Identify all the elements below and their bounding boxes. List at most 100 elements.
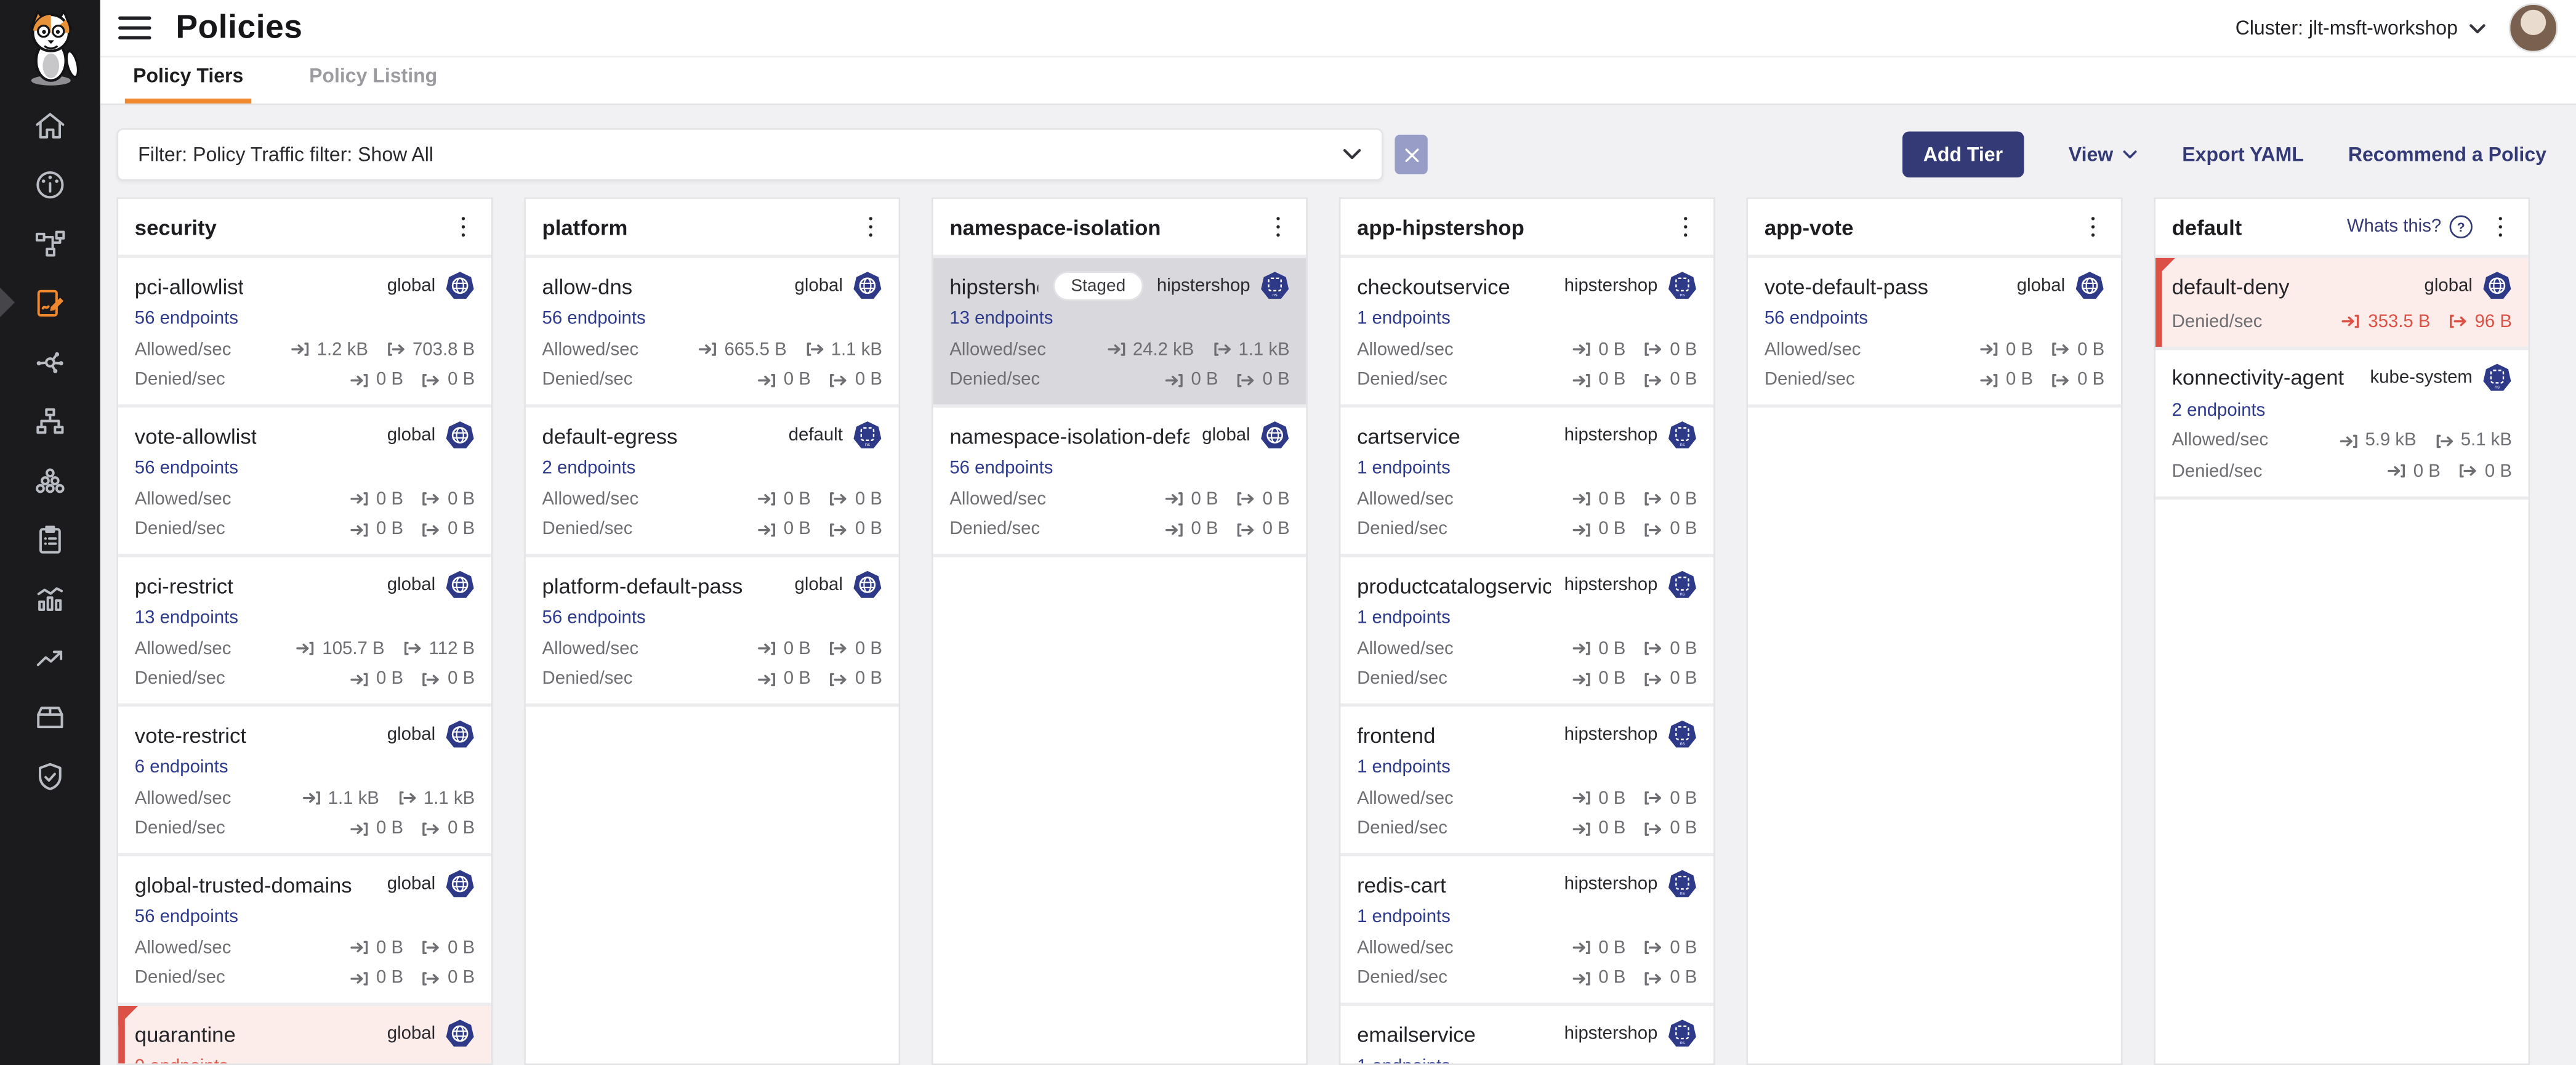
stat-in-value: 0 B [376, 519, 403, 539]
policy-card[interactable]: hipstershop-gh... Staged hipstershop ns … [933, 258, 1306, 408]
policy-card[interactable]: vote-allowlist global 56 endpoints Allow… [118, 408, 491, 557]
policy-name[interactable]: default-deny [2172, 273, 2290, 298]
policy-name[interactable]: cartservice [1357, 423, 1460, 448]
endpoints-link[interactable]: 56 endpoints [542, 608, 646, 628]
policy-card[interactable]: cartservice hipstershop ns 1 endpoints A… [1340, 408, 1713, 557]
sidebar-item-infrastructure[interactable] [0, 391, 100, 450]
endpoints-link[interactable]: 0 endpoints [135, 1057, 228, 1065]
menu-hamburger-button[interactable] [118, 15, 151, 40]
policy-card[interactable]: pci-allowlist global 56 endpoints Allowe… [118, 258, 491, 408]
endpoints-link[interactable]: 1 endpoints [1357, 458, 1451, 478]
policy-card[interactable]: emailservice hipstershop ns 1 endpoints … [1340, 1006, 1713, 1065]
policy-card[interactable]: frontend hipstershop ns 1 endpoints Allo… [1340, 707, 1713, 856]
tier-help-link[interactable]: Whats this? ? [2347, 216, 2473, 238]
endpoints-link[interactable]: 56 endpoints [1765, 309, 1868, 329]
tier-menu-button[interactable] [859, 211, 882, 242]
policy-card[interactable]: default-deny global Denied/sec 353.5 [2155, 258, 2529, 349]
inbound-stat: 0 B [1165, 370, 1218, 389]
endpoints-link[interactable]: 13 endpoints [135, 608, 238, 628]
tier-menu-button[interactable] [1674, 211, 1697, 242]
policy-card[interactable]: pci-restrict global 13 endpoints Allowed… [118, 557, 491, 707]
sidebar-item-home[interactable] [0, 95, 100, 155]
sidebar-item-activity[interactable] [0, 569, 100, 628]
policy-name[interactable]: redis-cart [1357, 872, 1446, 897]
inbound-stat: 0 B [1165, 519, 1218, 539]
stat-in-value: 0 B [376, 489, 403, 509]
policy-name[interactable]: konnectivity-agent [2172, 365, 2345, 389]
policy-name[interactable]: frontend [1357, 723, 1435, 747]
endpoints-link[interactable]: 56 endpoints [542, 309, 646, 329]
tier-menu-button[interactable] [2489, 211, 2512, 242]
policy-name[interactable]: vote-allowlist [135, 423, 257, 448]
policy-name[interactable]: checkoutservice [1357, 273, 1510, 298]
policy-name[interactable]: hipstershop-gh... [949, 273, 1038, 298]
inbound-stat: 0 B [1572, 489, 1626, 509]
tier-menu-button[interactable] [452, 211, 475, 242]
cluster-selector[interactable]: Cluster: jlt-msft-workshop [2236, 17, 2486, 39]
clear-filter-button[interactable] [1395, 135, 1427, 174]
sidebar-item-trends[interactable] [0, 628, 100, 687]
sidebar-item-network-sets[interactable] [0, 332, 100, 391]
endpoints-link[interactable]: 56 endpoints [135, 309, 238, 329]
endpoints-link[interactable]: 2 endpoints [2172, 400, 2266, 420]
sidebar-item-policies[interactable] [0, 273, 100, 332]
user-avatar[interactable] [2509, 3, 2558, 52]
traffic-stat-row: Allowed/sec 0 B 0 B [1765, 339, 2104, 359]
policy-card[interactable]: vote-restrict global 6 endpoints Allowed… [118, 707, 491, 856]
policy-card[interactable]: productcatalogservice hipstershop ns 1 e… [1340, 557, 1713, 707]
tier-menu-button[interactable] [2082, 211, 2104, 242]
endpoints-link[interactable]: 2 endpoints [542, 458, 636, 478]
endpoints-link[interactable]: 6 endpoints [135, 758, 228, 777]
sidebar-item-service-graph[interactable] [0, 214, 100, 273]
inbound-arrow-icon [2339, 431, 2359, 449]
sidebar-item-compliance[interactable] [0, 509, 100, 569]
policy-name[interactable]: namespace-isolation-default-p... [949, 423, 1189, 448]
policy-name[interactable]: emailservice [1357, 1021, 1476, 1046]
policy-name[interactable]: quarantine [135, 1021, 236, 1046]
policy-name[interactable]: allow-dns [542, 273, 633, 298]
card-list: checkoutservice hipstershop ns 1 endpoin… [1340, 258, 1713, 1065]
policy-card[interactable]: global-trusted-domains global 56 endpoin… [118, 856, 491, 1006]
policy-card[interactable]: checkoutservice hipstershop ns 1 endpoin… [1340, 258, 1713, 408]
export-yaml-button[interactable]: Export YAML [2182, 143, 2304, 166]
tier-menu-button[interactable] [1266, 211, 1289, 242]
sidebar-item-dashboard[interactable] [0, 155, 100, 214]
policy-card[interactable]: quarantine global 0 endpoints [118, 1006, 491, 1065]
policy-name[interactable]: pci-allowlist [135, 273, 244, 298]
endpoints-link[interactable]: 1 endpoints [1357, 309, 1451, 329]
endpoints-link[interactable]: 56 endpoints [135, 907, 238, 927]
policy-card[interactable]: konnectivity-agent kube-system ns 2 endp… [2155, 349, 2529, 499]
tab-policy-listing[interactable]: Policy Listing [301, 64, 446, 103]
policy-name[interactable]: vote-restrict [135, 723, 246, 747]
policy-name[interactable]: default-egress [542, 423, 678, 448]
inbound-stat: 0 B [1572, 819, 1626, 838]
policy-name[interactable]: vote-default-pass [1765, 273, 1928, 298]
policy-name[interactable]: platform-default-pass [542, 573, 743, 597]
inbound-stat: 0 B [1572, 370, 1626, 389]
policy-card[interactable]: vote-default-pass global 56 endpoints Al… [1748, 258, 2121, 408]
add-tier-button[interactable]: Add Tier [1902, 131, 2024, 177]
sidebar-item-threat-defense[interactable] [0, 746, 100, 805]
traffic-stat-row: Denied/sec 0 B 0 B [1357, 968, 1697, 988]
sidebar-item-image-assurance[interactable] [0, 687, 100, 746]
tab-policy-tiers[interactable]: Policy Tiers [125, 64, 252, 103]
view-dropdown-button[interactable]: View [2069, 143, 2138, 166]
endpoints-link[interactable]: 1 endpoints [1357, 1057, 1451, 1065]
policy-card[interactable]: allow-dns global 56 endpoints Allowed/se… [526, 258, 899, 408]
recommend-policy-button[interactable]: Recommend a Policy [2348, 143, 2546, 166]
policy-card[interactable]: redis-cart hipstershop ns 1 endpoints Al… [1340, 856, 1713, 1006]
endpoints-link[interactable]: 56 endpoints [135, 458, 238, 478]
policy-card[interactable]: default-egress default ns 2 endpoints Al… [526, 408, 899, 557]
policy-name[interactable]: productcatalogservice [1357, 573, 1551, 597]
endpoints-link[interactable]: 1 endpoints [1357, 758, 1451, 777]
endpoints-link[interactable]: 1 endpoints [1357, 608, 1451, 628]
endpoints-link[interactable]: 1 endpoints [1357, 907, 1451, 927]
policy-traffic-filter[interactable]: Filter: Policy Traffic filter: Show All [116, 128, 1383, 180]
policy-card[interactable]: platform-default-pass global 56 endpoint… [526, 557, 899, 707]
policy-name[interactable]: pci-restrict [135, 573, 233, 597]
endpoints-link[interactable]: 56 endpoints [949, 458, 1053, 478]
endpoints-link[interactable]: 13 endpoints [949, 309, 1053, 329]
sidebar-item-clusters[interactable] [0, 450, 100, 509]
policy-card[interactable]: namespace-isolation-default-p... global … [933, 408, 1306, 557]
policy-name[interactable]: global-trusted-domains [135, 872, 352, 897]
